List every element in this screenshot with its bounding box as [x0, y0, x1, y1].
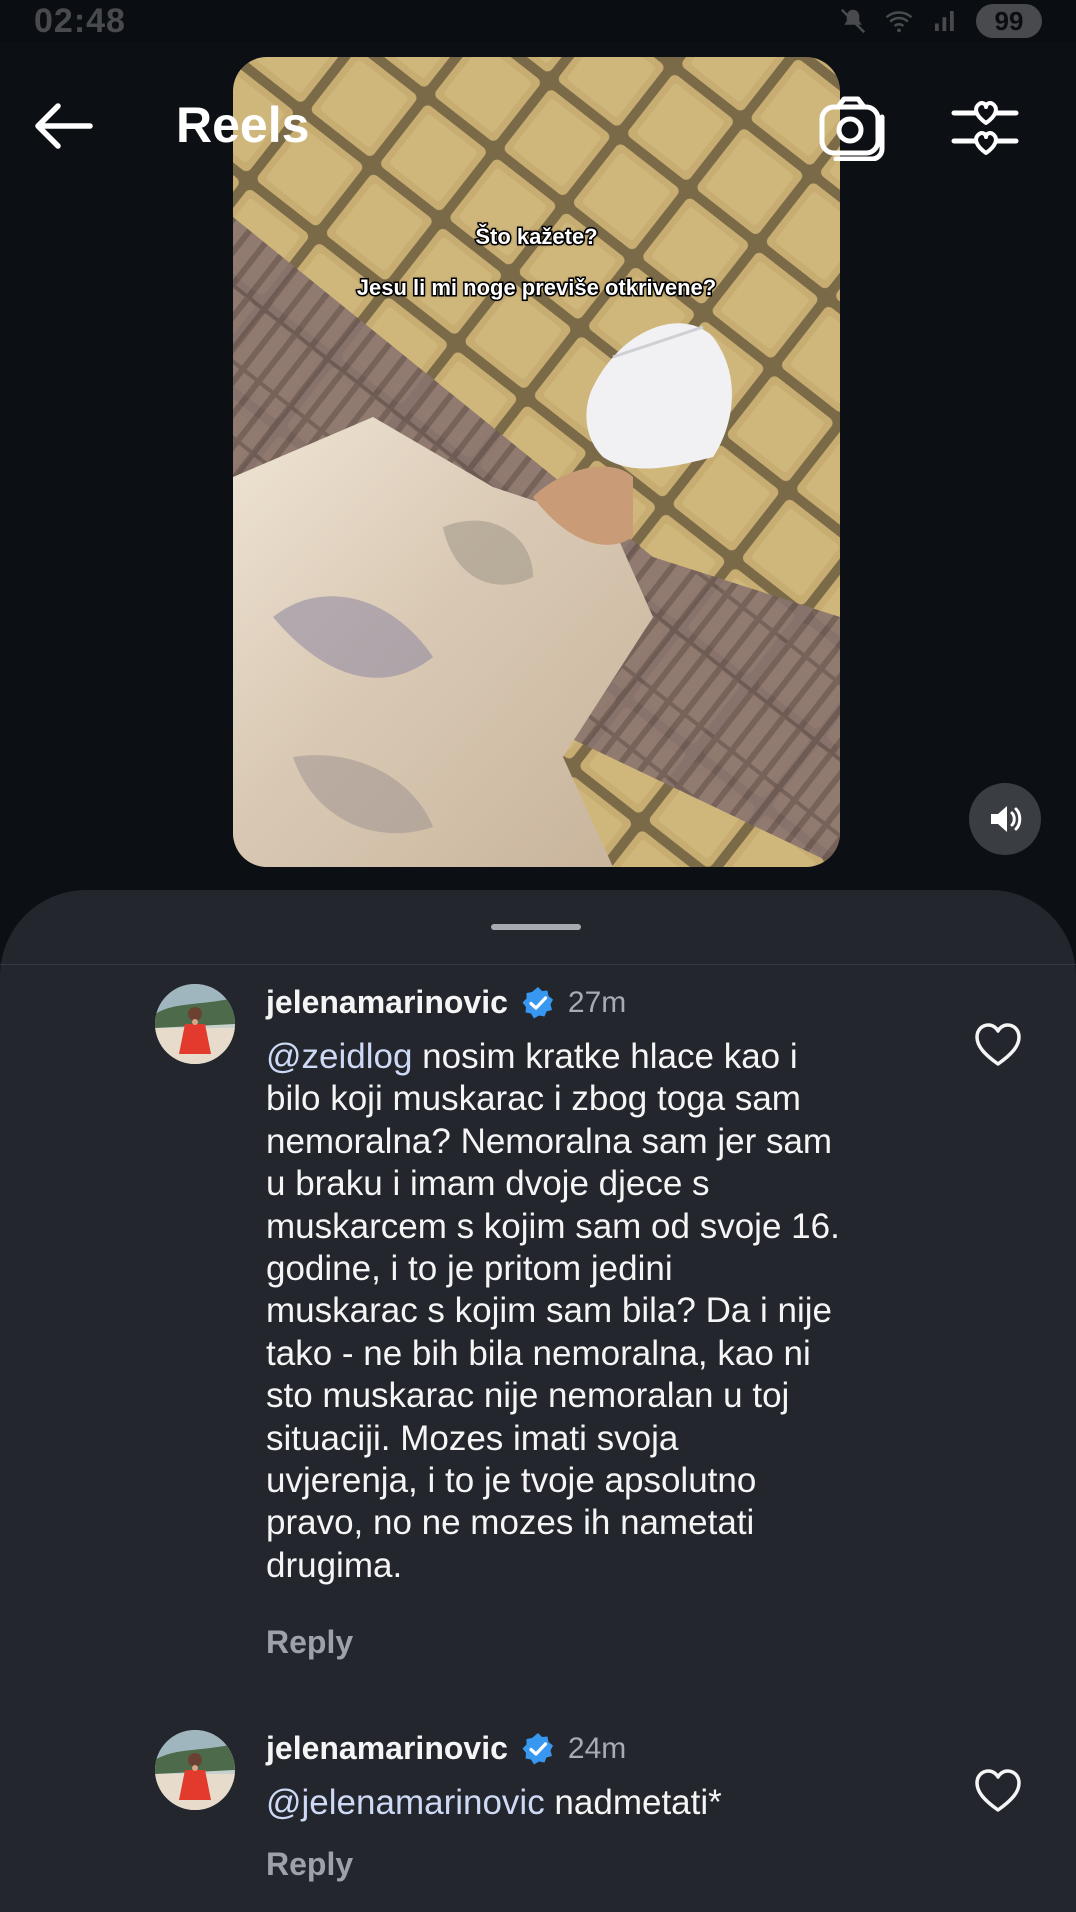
reel-video[interactable]: Što kažete? Jesu li mi noge previše otkr… [233, 57, 840, 867]
video-caption-line-1: Što kažete? [474, 223, 599, 251]
speaker-icon [991, 806, 1022, 832]
mute-icon [840, 8, 866, 34]
arrow-left-icon [35, 103, 93, 149]
heart-icon [975, 1769, 1021, 1812]
avatar-image [155, 984, 235, 1064]
verified-badge-icon [522, 1732, 553, 1764]
comment-body: nadmetati* [544, 1783, 722, 1822]
reel-video-frame-image [233, 57, 840, 867]
filter-button[interactable] [950, 95, 1022, 161]
status-bar: 02:48 99 [0, 0, 1076, 42]
battery-indicator: 99 [976, 4, 1042, 38]
comment-text: @zeidlog nosim kratke hlace kao i bilo k… [266, 1036, 946, 1587]
comment-timestamp: 24m [567, 1731, 627, 1765]
comment-text: @jelenamarinovic nadmetati* [266, 1782, 946, 1824]
camera-button[interactable] [818, 95, 888, 162]
reply-button[interactable]: Reply [266, 1846, 353, 1883]
avatar[interactable] [155, 984, 235, 1064]
sheet-drag-handle[interactable] [491, 924, 581, 930]
video-caption-line-2: Jesu li mi noge previše otkrivene? [355, 274, 717, 302]
avatar[interactable] [155, 1730, 235, 1810]
sheet-divider [0, 964, 1076, 965]
verified-badge-icon [522, 986, 553, 1018]
comment-header: jelenamarinovic 27m [266, 984, 626, 1021]
page-title: Reels [176, 97, 310, 153]
back-button[interactable] [28, 96, 98, 156]
status-icons: 99 [838, 4, 1042, 38]
comment-timestamp: 27m [567, 985, 627, 1019]
comment-mention[interactable]: @jelenamarinovic [266, 1783, 545, 1822]
comment-username[interactable]: jelenamarinovic [266, 984, 508, 1021]
wifi-icon [885, 11, 913, 33]
avatar-image [155, 1730, 235, 1810]
comments-sheet: jelenamarinovic 27m @zeidlog nosim kratk… [0, 890, 1076, 1912]
comment-mention[interactable]: @zeidlog [266, 1037, 412, 1076]
heart-sliders-icon [951, 101, 1019, 155]
status-time: 02:48 [34, 2, 126, 40]
like-button[interactable] [972, 1766, 1024, 1816]
reply-button[interactable]: Reply [266, 1624, 353, 1661]
signal-icon [935, 11, 954, 31]
like-button[interactable] [972, 1020, 1024, 1070]
comment-header: jelenamarinovic 24m [266, 1730, 626, 1767]
heart-icon [975, 1023, 1021, 1066]
volume-button[interactable] [969, 783, 1041, 855]
comment-username[interactable]: jelenamarinovic [266, 1730, 508, 1767]
camera-icon [819, 96, 885, 162]
comment-body: nosim kratke hlace kao i bilo koji muska… [266, 1037, 840, 1585]
